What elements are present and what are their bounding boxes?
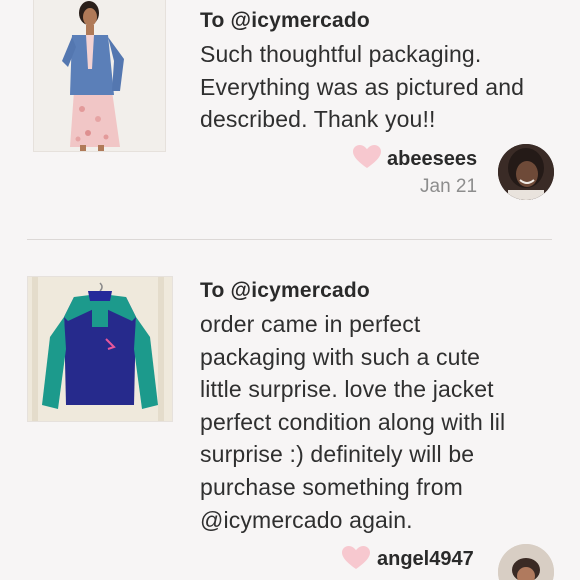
heart-icon[interactable]: [353, 145, 381, 169]
heart-icon[interactable]: [342, 546, 370, 570]
review-message: Such thoughtful packaging. Everything wa…: [200, 41, 525, 133]
reviewer-avatar[interactable]: [498, 144, 554, 200]
user-avatar-image: [498, 144, 554, 200]
reviewer-username[interactable]: abeesees: [387, 148, 477, 171]
review-feed: To @icymercado Such thoughtful packaging…: [0, 0, 580, 580]
listing-thumbnail[interactable]: [27, 276, 173, 422]
reviewer-avatar[interactable]: [498, 544, 554, 580]
review-divider: [27, 239, 552, 240]
listing-thumbnail[interactable]: [33, 0, 166, 152]
recipient-label: To @icymercado: [200, 9, 370, 32]
recipient-label: To @icymercado: [200, 279, 370, 302]
reviewer-username[interactable]: angel4947: [377, 548, 474, 571]
review-date: Jan 21: [420, 176, 478, 197]
fleece-jacket-image: [28, 277, 172, 421]
model-in-blazer-image: [34, 0, 165, 151]
review-message: order came in perfect packaging with suc…: [200, 311, 506, 533]
user-avatar-image: [498, 544, 554, 580]
